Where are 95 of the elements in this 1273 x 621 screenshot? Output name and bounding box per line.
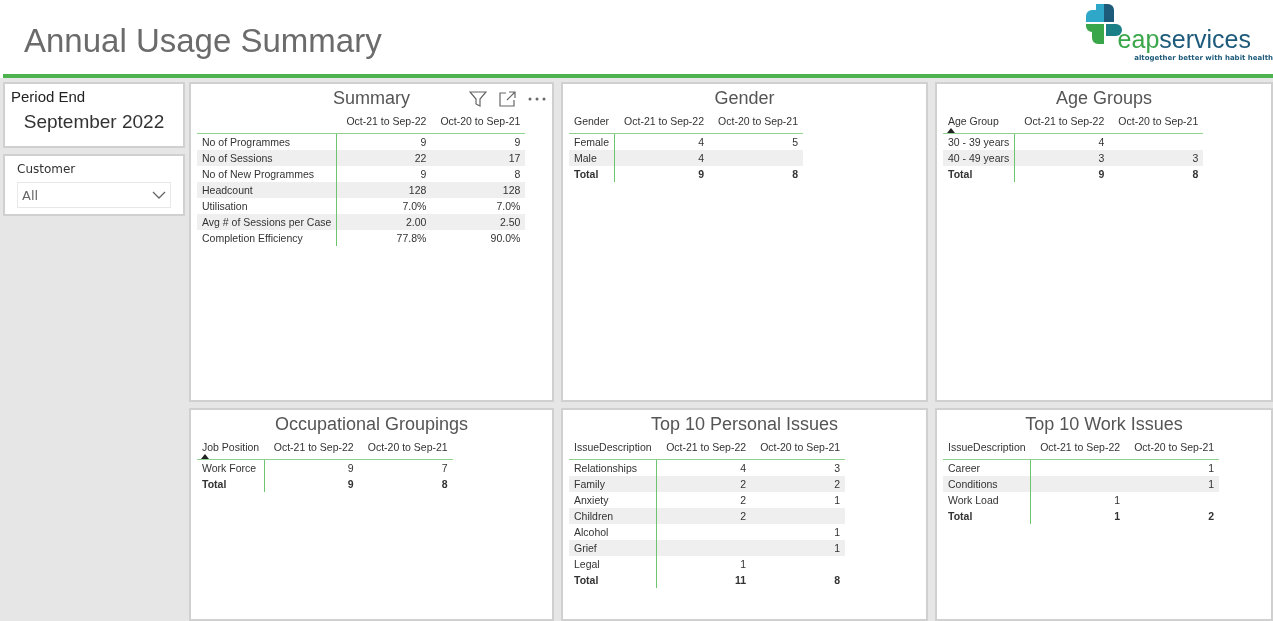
column-header[interactable]: Oct-20 to Sep-21: [709, 115, 803, 134]
filter-icon[interactable]: [469, 90, 487, 108]
column-header[interactable]: Oct-21 to Sep-22: [1030, 441, 1126, 460]
row-label: Family: [569, 476, 657, 492]
total-label: Total: [943, 508, 1031, 524]
table-cell: 7: [358, 459, 453, 476]
total-label: Total: [943, 166, 1015, 182]
column-header[interactable]: Oct-21 to Sep-22: [1014, 115, 1110, 134]
table-cell: 2.00: [336, 214, 432, 230]
table-cell: 3: [751, 459, 846, 476]
table-cell: 22: [336, 150, 432, 166]
table-cell: 128: [431, 182, 526, 198]
row-label: Male: [569, 150, 615, 166]
total-label: Total: [569, 572, 657, 588]
column-header[interactable]: IssueDescription: [943, 441, 1031, 460]
table-cell: 77.8%: [336, 230, 432, 246]
visual-title: Gender: [714, 88, 775, 109]
focus-mode-icon[interactable]: [499, 91, 516, 107]
table-cell: 2: [656, 508, 752, 524]
table-cell: 4: [614, 150, 709, 166]
total-label: Total: [197, 476, 265, 492]
total-cell-text: 8: [440, 477, 449, 492]
table-cell: 2: [751, 476, 846, 492]
column-header[interactable]: Oct-20 to Sep-21: [1125, 441, 1220, 460]
column-header[interactable]: Job Position: [197, 441, 265, 460]
table-cell: 90.0%: [431, 230, 526, 246]
total-cell: 9: [1014, 166, 1110, 182]
table-cell: 1: [751, 540, 846, 556]
total-cell: 9: [264, 476, 359, 492]
total-cell: 9: [614, 166, 709, 182]
table-cell: 9: [336, 133, 432, 150]
column-header[interactable]: Oct-20 to Sep-21: [1109, 115, 1204, 134]
row-label: No of Sessions: [197, 150, 337, 166]
chevron-down-icon: [152, 191, 166, 199]
table-cell: 4: [656, 459, 752, 476]
more-options-icon[interactable]: [528, 97, 546, 101]
table-cell: 5: [709, 133, 803, 150]
column-header[interactable]: Oct-21 to Sep-22: [656, 441, 752, 460]
column-header[interactable]: Age Group: [943, 115, 1015, 134]
row-label: Work Force: [197, 459, 265, 476]
card-label: Period End: [11, 88, 87, 105]
column-header[interactable]: Oct-20 to Sep-21: [751, 441, 846, 460]
row-label: Legal: [569, 556, 657, 572]
column-header[interactable]: Oct-21 to Sep-22: [264, 441, 359, 460]
slicer-label: Customer: [17, 162, 77, 176]
visual-title: Top 10 Work Issues: [1025, 414, 1183, 435]
total-cell: 8: [709, 166, 803, 182]
total-cell: 8: [1109, 166, 1204, 182]
visual-title: Occupational Groupings: [274, 414, 469, 435]
total-label: Total: [569, 166, 615, 182]
row-label: Completion Efficiency: [197, 230, 337, 246]
table-cell: 8: [431, 166, 526, 182]
table-cell: 2: [656, 476, 752, 492]
row-label: Children: [569, 508, 657, 524]
total-cell-text: 8: [833, 573, 842, 588]
row-label: Headcount: [197, 182, 337, 198]
table-cell: 4: [1014, 133, 1110, 150]
total-cell: 11: [656, 572, 752, 588]
table-cell: 3: [1014, 150, 1110, 166]
column-header[interactable]: Oct-20 to Sep-21: [358, 441, 453, 460]
table-cell: 2.50: [431, 214, 526, 230]
table-cell: 1: [656, 556, 752, 572]
table-cell: 9: [264, 459, 359, 476]
table-cell: 7.0%: [336, 198, 432, 214]
column-header[interactable]: Oct-20 to Sep-21: [431, 115, 526, 134]
table-cell: 1: [1030, 492, 1126, 508]
column-header[interactable]: Oct-21 to Sep-22: [336, 115, 432, 134]
row-label: Conditions: [943, 476, 1031, 492]
row-label: Avg # of Sessions per Case: [197, 214, 337, 230]
total-cell-text: 2: [1207, 509, 1216, 524]
customer-dropdown[interactable]: All: [17, 182, 171, 208]
table-cell: 1: [751, 492, 846, 508]
visual-title: Summary: [333, 88, 410, 109]
table-cell: 9: [431, 133, 526, 150]
table-cell: 1: [1125, 476, 1220, 492]
table-cell: 128: [336, 182, 432, 198]
table-cell: 9: [336, 166, 432, 182]
table-cell: 1: [1125, 459, 1220, 476]
table-cell: 2: [656, 492, 752, 508]
table-cell: 3: [1109, 150, 1204, 166]
column-header[interactable]: Gender: [569, 115, 615, 134]
page-title: Annual Usage Summary: [24, 22, 382, 60]
visual-title: Top 10 Personal Issues: [650, 414, 839, 435]
table-cell: 4: [614, 133, 709, 150]
card-value: September 2022: [22, 111, 166, 133]
row-label: Work Load: [943, 492, 1031, 508]
table-cell: 17: [431, 150, 526, 166]
column-header[interactable]: Oct-21 to Sep-22: [614, 115, 709, 134]
visual-title: Age Groups: [1055, 88, 1153, 109]
table-cell: 1: [751, 524, 846, 540]
table-cell: 7.0%: [431, 198, 526, 214]
row-label: Grief: [569, 540, 657, 556]
column-header[interactable]: IssueDescription: [569, 441, 657, 460]
total-cell: 1: [1030, 508, 1126, 524]
row-label: 40 - 49 years: [943, 150, 1015, 166]
